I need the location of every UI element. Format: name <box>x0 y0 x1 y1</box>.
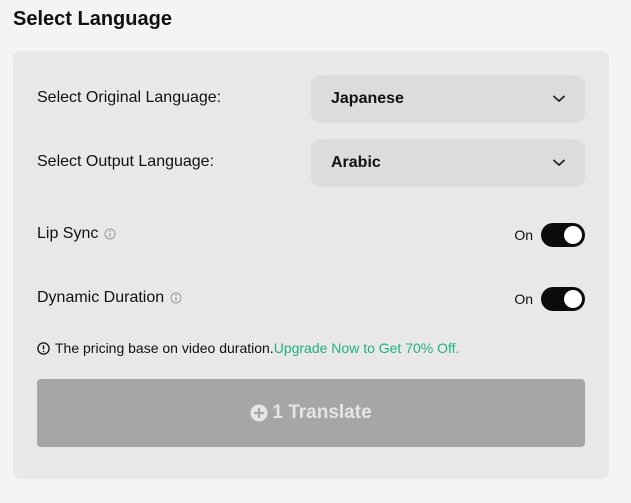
upgrade-link[interactable]: Upgrade Now to Get 70% Off. <box>274 340 460 356</box>
original-language-label: Select Original Language: <box>37 89 222 106</box>
original-language-select[interactable]: Japanese <box>311 75 585 123</box>
translate-button-label: 1 Translate <box>272 402 372 423</box>
language-settings-card: Select Original Language: Japanese Selec… <box>13 51 609 479</box>
toggle-knob <box>564 226 582 244</box>
output-language-select[interactable]: Arabic <box>311 139 585 187</box>
lip-sync-state: On <box>514 227 533 243</box>
pricing-notice-text: The pricing base on video duration. <box>55 340 274 356</box>
pricing-notice: The pricing base on video duration. Upgr… <box>37 340 459 356</box>
select-language-panel: Select Language Select Original Language… <box>0 0 631 503</box>
section-title: Select Language <box>13 8 172 30</box>
lip-sync-row: Lip Sync <box>37 224 116 244</box>
lip-sync-toggle[interactable] <box>541 223 585 247</box>
output-language-value: Arabic <box>331 154 381 171</box>
original-language-value: Japanese <box>331 90 404 107</box>
info-icon[interactable] <box>104 228 116 240</box>
toggle-knob <box>564 290 582 308</box>
output-language-label: Select Output Language: <box>37 153 215 170</box>
plus-coin-icon <box>250 404 268 422</box>
chevron-down-icon <box>553 159 565 166</box>
info-circle-icon <box>37 341 50 355</box>
info-icon[interactable] <box>170 292 182 304</box>
lip-sync-toggle-group: On <box>514 223 585 247</box>
lip-sync-label: Lip Sync <box>37 225 99 242</box>
dynamic-duration-toggle[interactable] <box>541 287 585 311</box>
chevron-down-icon <box>553 95 565 102</box>
translate-button[interactable]: 1 Translate <box>37 379 585 447</box>
dynamic-duration-row: Dynamic Duration <box>37 288 182 308</box>
dynamic-duration-label: Dynamic Duration <box>37 289 165 306</box>
dynamic-duration-state: On <box>514 291 533 307</box>
dynamic-duration-toggle-group: On <box>514 287 585 311</box>
